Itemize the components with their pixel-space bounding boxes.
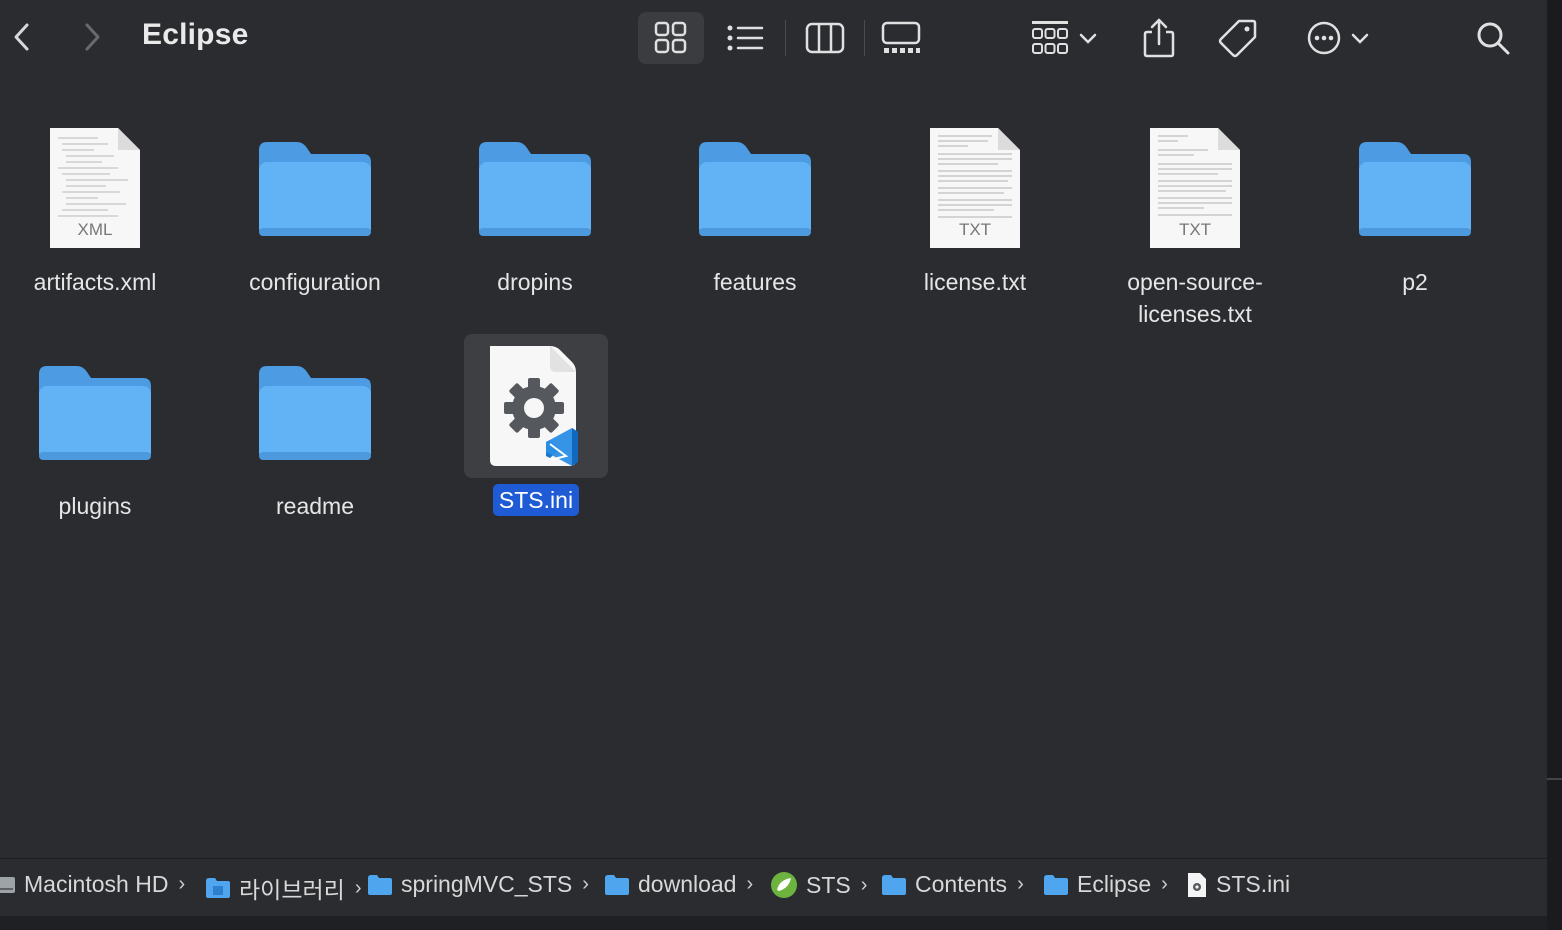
txt-file-icon: TXT	[1123, 116, 1267, 260]
path-bar: Macintosh HD › 라이브러리 › springMVC_STS › down…	[0, 858, 1547, 917]
svg-text:TXT: TXT	[959, 220, 991, 239]
more-actions-button[interactable]	[1300, 12, 1376, 64]
file-item-open-source-licenses-txt[interactable]: TXT open-source-licenses.txt	[1095, 116, 1295, 330]
tag-icon	[1218, 19, 1257, 58]
back-button[interactable]	[8, 18, 36, 56]
folder-item-features[interactable]: features	[655, 116, 855, 298]
search-button[interactable]	[1470, 12, 1516, 64]
folder-icon	[882, 874, 906, 895]
folder-item-readme[interactable]: readme	[215, 340, 415, 522]
file-name: features	[713, 269, 797, 295]
xml-file-icon: XML	[23, 116, 167, 260]
library-folder-icon	[206, 878, 230, 898]
folder-icon	[605, 874, 629, 895]
gear-icon	[504, 378, 564, 438]
txt-file-icon: TXT	[903, 116, 1047, 260]
file-item-artifacts-xml[interactable]: XML artifacts.xml	[0, 116, 195, 298]
background-window-edge	[1547, 0, 1562, 930]
folder-icon	[368, 874, 392, 895]
group-by-button[interactable]	[1026, 12, 1102, 64]
folder-icon	[683, 116, 827, 260]
file-name: plugins	[58, 493, 132, 519]
folder-icon	[463, 116, 607, 260]
svg-text:XML: XML	[78, 220, 113, 239]
path-item-download[interactable]: download ›	[604, 871, 753, 898]
tags-button[interactable]	[1212, 12, 1264, 64]
chevron-left-icon	[14, 23, 29, 51]
grid-icon	[654, 21, 687, 54]
folder-item-plugins[interactable]: plugins	[0, 340, 195, 522]
gallery-icon	[881, 21, 921, 53]
window-bottom-edge	[0, 916, 1547, 930]
forward-button[interactable]	[78, 18, 106, 56]
path-item-eclipse[interactable]: Eclipse ›	[1043, 871, 1168, 898]
toolbar-separator	[864, 20, 865, 56]
ini-file-icon	[1188, 872, 1206, 897]
share-button[interactable]	[1136, 12, 1182, 64]
toolbar-separator	[785, 20, 786, 56]
spring-icon	[771, 872, 797, 898]
file-name: STS.ini	[492, 484, 580, 516]
file-item-license-txt[interactable]: TXT license.txt	[875, 116, 1075, 298]
path-item-sts-ini[interactable]: STS.ini	[1186, 871, 1290, 898]
ini-file-icon	[464, 334, 608, 478]
chevron-down-icon	[1351, 33, 1369, 44]
file-name: license.txt	[923, 269, 1027, 295]
path-item-springmvc-sts[interactable]: springMVC_STS ›	[367, 871, 589, 898]
svg-text:TXT: TXT	[1179, 220, 1211, 239]
toolbar: Eclipse	[0, 0, 1547, 76]
file-grid: XML artifacts.xml configuration dropins …	[0, 76, 1547, 858]
list-icon	[727, 25, 764, 51]
path-item-contents[interactable]: Contents ›	[881, 871, 1024, 898]
window-title: Eclipse	[142, 18, 249, 51]
folder-icon	[23, 340, 167, 484]
folder-icon	[1044, 874, 1068, 895]
disk-icon	[0, 876, 15, 893]
folder-item-configuration[interactable]: configuration	[215, 116, 415, 298]
folder-icon	[1343, 116, 1487, 260]
icon-view-button[interactable]	[638, 12, 704, 64]
file-name: open-source-licenses.txt	[1127, 269, 1263, 327]
share-icon	[1143, 18, 1175, 58]
folder-item-p2[interactable]: p2	[1315, 116, 1515, 298]
finder-window: Eclipse XML artifacts.xml configuration …	[0, 0, 1547, 930]
file-name: dropins	[497, 269, 573, 295]
column-view-button[interactable]	[800, 12, 850, 64]
folder-icon	[243, 340, 387, 484]
path-item-sts[interactable]: STS ›	[770, 871, 867, 899]
file-name: artifacts.xml	[33, 269, 157, 295]
path-item-library[interactable]: 라이브러리 ›	[205, 871, 361, 905]
file-name: configuration	[249, 269, 381, 295]
chevron-down-icon	[1079, 33, 1097, 44]
list-view-button[interactable]	[718, 12, 772, 64]
file-name: readme	[276, 493, 354, 519]
chevron-right-icon	[85, 23, 100, 51]
file-name: p2	[1402, 269, 1428, 295]
gallery-view-button[interactable]	[876, 12, 926, 64]
columns-icon	[805, 22, 845, 54]
folder-icon	[243, 116, 387, 260]
ellipsis-circle-icon	[1307, 21, 1341, 55]
file-item-sts-ini[interactable]: STS.ini	[436, 334, 636, 516]
group-icon	[1032, 21, 1068, 54]
search-icon	[1477, 22, 1510, 55]
folder-item-dropins[interactable]: dropins	[435, 116, 635, 298]
path-item-macintosh-hd[interactable]: Macintosh HD ›	[0, 871, 185, 898]
